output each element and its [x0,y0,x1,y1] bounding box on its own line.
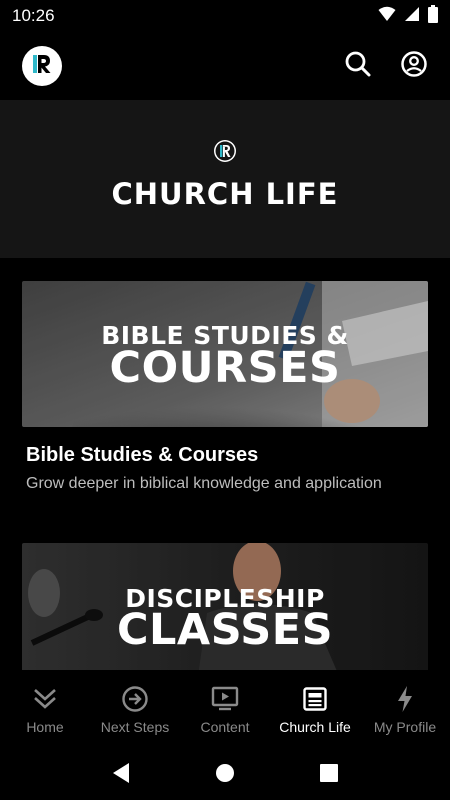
battery-icon [428,4,438,28]
arrow-circle-right-icon [121,685,149,713]
signal-icon [404,6,420,27]
status-icons [378,4,438,28]
nav-item-church-life[interactable]: Church Life [270,670,360,750]
card-subtitle: Grow deeper in biblical knowledge and ap… [26,475,382,492]
card-title: Bible Studies & Courses [26,444,259,466]
recents-icon[interactable] [319,763,339,788]
bottom-nav: Home Next Steps Content Church Life My P… [0,670,450,750]
lightning-bolt-icon [395,685,415,713]
app-actions [344,50,428,83]
card-image[interactable]: BIBLE STUDIES & COURSES [22,281,428,427]
nav-item-my-profile[interactable]: My Profile [360,670,450,750]
nav-label: Next Steps [100,719,170,735]
nav-label: Church Life [279,719,351,735]
card-image-text-line2: COURSES [109,343,341,393]
card-image[interactable]: DISCIPLESHIP CLASSES [22,543,428,670]
nav-item-next-steps[interactable]: Next Steps [90,670,180,750]
status-bar: 10:26 [0,0,450,32]
r-logo-icon [213,139,237,163]
status-time: 10:26 [12,6,55,25]
r-logo-icon [30,52,54,81]
home-icon[interactable] [215,763,235,788]
content-list[interactable]: BIBLE STUDIES & COURSES Bible Studies & … [0,258,450,670]
tv-play-icon [211,685,239,713]
account-circle-icon[interactable] [400,50,428,83]
app-logo[interactable] [22,46,62,86]
page-title: CHURCH LIFE [111,177,339,211]
nav-label: Content [200,719,250,735]
nav-item-home[interactable]: Home [0,670,90,750]
search-icon[interactable] [344,50,372,83]
double-chevron-down-icon [32,685,58,713]
wifi-icon [378,6,396,27]
card-image-text-line2: CLASSES [116,605,334,655]
page-header: CHURCH LIFE [0,100,450,258]
nav-label: Home [26,719,64,735]
list-card[interactable]: BIBLE STUDIES & COURSES Bible Studies & … [22,281,428,493]
list-card[interactable]: DISCIPLESHIP CLASSES [22,543,428,670]
newspaper-icon [302,685,328,713]
system-nav-bar [0,750,450,800]
nav-item-content[interactable]: Content [180,670,270,750]
back-icon[interactable] [111,762,131,789]
nav-label: My Profile [373,719,437,735]
app-bar [0,32,450,100]
